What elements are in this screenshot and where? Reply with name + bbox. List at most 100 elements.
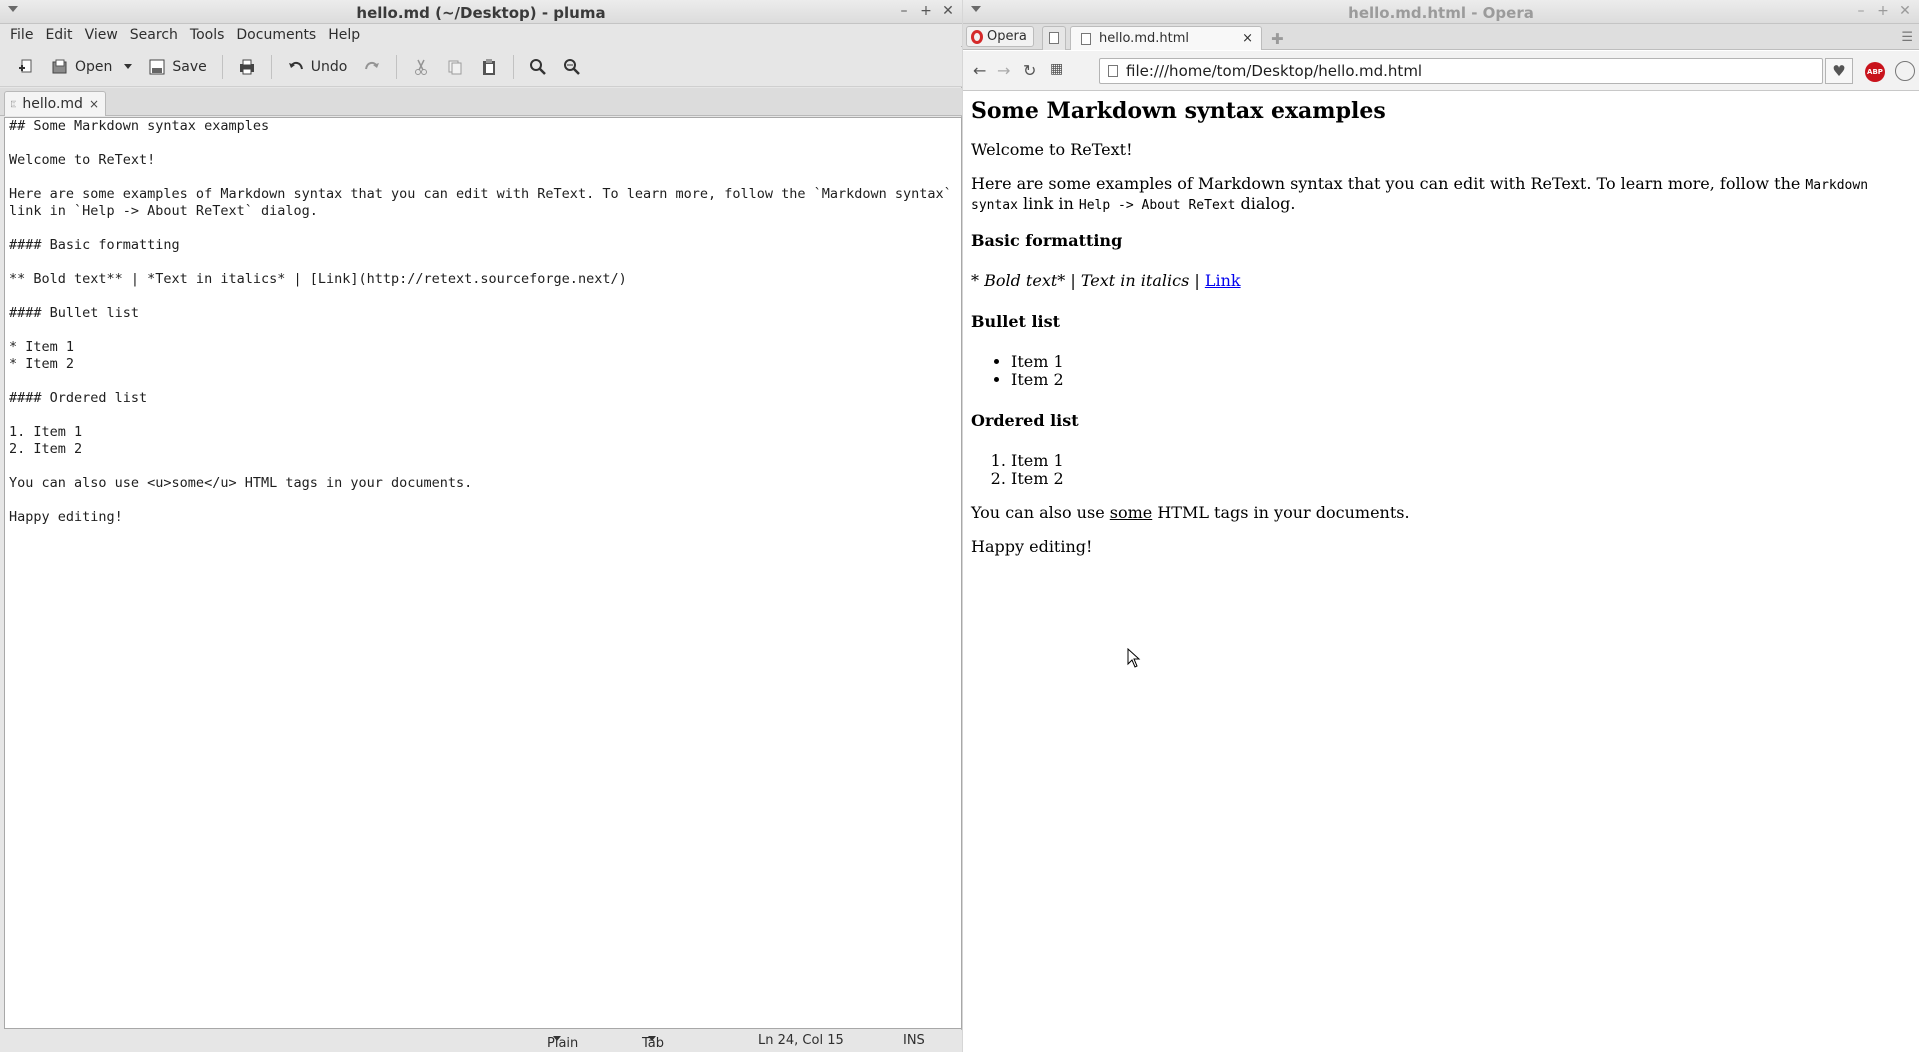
- rendered-page: Some Markdown syntax examples Welcome to…: [963, 92, 1919, 1052]
- html-tags-paragraph: You can also use some HTML tags in your …: [971, 504, 1911, 522]
- closing-paragraph: Happy editing!: [971, 537, 1093, 556]
- speed-dial-icon[interactable]: ▦: [1050, 61, 1063, 77]
- chevron-down-icon[interactable]: [124, 64, 133, 69]
- maximize-icon[interactable]: +: [1877, 3, 1889, 19]
- bookmark-heart-icon[interactable]: ♥: [1825, 58, 1853, 84]
- undo-button[interactable]: Undo: [280, 52, 355, 82]
- url-text: file:///home/tom/Desktop/hello.md.html: [1126, 62, 1423, 80]
- find-replace-button[interactable]: [556, 52, 588, 82]
- heading-bullet-list: Bullet list: [971, 312, 1061, 331]
- formatting-paragraph: * Bold text* | Text in italics | Link: [971, 272, 1911, 290]
- tab-label: hello.md.html: [1099, 31, 1189, 46]
- reload-icon[interactable]: ↻: [1023, 61, 1036, 80]
- redo-icon: [365, 61, 380, 69]
- close-tab-icon[interactable]: ×: [89, 97, 99, 111]
- back-icon[interactable]: ←: [973, 61, 986, 80]
- tab-hello-md[interactable]: hello.md ×: [4, 91, 106, 116]
- chevron-down-icon: [648, 1036, 656, 1041]
- window-title: hello.md (~/Desktop) - pluma: [356, 4, 606, 22]
- search-icon: [530, 58, 547, 75]
- tab-hello-md-html[interactable]: hello.md.html ×: [1070, 26, 1262, 50]
- document-tabbar: hello.md ×: [0, 88, 962, 116]
- toolbar-separator: [270, 54, 272, 79]
- new-tab-icon[interactable]: ✚: [1271, 30, 1284, 48]
- paste-icon: [483, 58, 496, 75]
- new-document-button[interactable]: [10, 52, 42, 82]
- close-tab-icon[interactable]: ×: [1242, 31, 1253, 46]
- editor-content[interactable]: ## Some Markdown syntax examples Welcome…: [5, 118, 961, 526]
- minimize-icon[interactable]: –: [898, 3, 910, 19]
- user-account-icon[interactable]: [1895, 61, 1915, 81]
- statusbar: Plain Text Tab Width: 4 Ln 24, Col 15 IN…: [0, 1030, 962, 1052]
- browser-tabbar: Opera hello.md.html × ✚ ☰: [963, 24, 1919, 50]
- welcome-paragraph: Welcome to ReText!: [971, 140, 1133, 159]
- opera-menu-button[interactable]: Opera: [966, 26, 1034, 47]
- tab-pinned[interactable]: [1042, 26, 1066, 50]
- toolbar: Open Save Undo: [0, 47, 962, 87]
- menu-file[interactable]: File: [4, 24, 39, 46]
- language-label: Plain Text: [547, 1036, 579, 1052]
- save-label: Save: [172, 58, 207, 75]
- menu-documents[interactable]: Documents: [230, 24, 322, 46]
- chevron-down-icon: [553, 1036, 561, 1041]
- opera-titlebar[interactable]: hello.md.html - Opera – + ✕: [963, 0, 1919, 24]
- text: HTML tags in your documents.: [1152, 503, 1410, 522]
- scissors-icon: [415, 59, 428, 75]
- find-button[interactable]: [522, 52, 554, 82]
- new-document-icon: [19, 59, 32, 72]
- italic-example: Text in italics: [1080, 271, 1190, 290]
- bold-example: * Bold text*: [971, 271, 1066, 290]
- tab-label: hello.md: [22, 96, 83, 112]
- minimize-icon[interactable]: –: [1855, 3, 1867, 19]
- insert-mode: INS: [903, 1033, 925, 1048]
- redo-button[interactable]: [356, 52, 388, 82]
- list-item: Item 2: [1011, 371, 1911, 389]
- close-icon[interactable]: ✕: [942, 3, 954, 19]
- intro-text-1: Here are some examples of Markdown synta…: [971, 174, 1806, 193]
- list-item: Item 1: [1011, 353, 1911, 371]
- menu-help[interactable]: Help: [322, 24, 366, 46]
- intro-text-2: link in: [1017, 194, 1079, 213]
- cut-button[interactable]: [405, 52, 437, 82]
- toolbar-separator: [221, 54, 223, 79]
- list-item: Item 2: [1011, 470, 1911, 488]
- ordered-list: Item 1 Item 2: [1011, 452, 1911, 488]
- adblock-plus-icon[interactable]: ABP: [1865, 62, 1885, 82]
- tab-menu-icon[interactable]: ☰: [1901, 30, 1913, 45]
- opera-window: hello.md.html - Opera – + ✕ Opera hello.…: [963, 0, 1919, 1052]
- text-editor[interactable]: ## Some Markdown syntax examples Welcome…: [4, 117, 962, 1029]
- separator: |: [1189, 271, 1205, 290]
- opera-menu-label: Opera: [987, 29, 1027, 44]
- menu-search[interactable]: Search: [124, 24, 184, 46]
- print-button[interactable]: [231, 52, 263, 82]
- address-field[interactable]: file:///home/tom/Desktop/hello.md.html: [1099, 58, 1823, 84]
- page-heading: Some Markdown syntax examples: [971, 98, 1386, 124]
- open-label: Open: [75, 58, 113, 75]
- print-icon: [239, 59, 254, 74]
- pluma-window: hello.md (~/Desktop) - pluma – + ✕ File …: [0, 0, 962, 1052]
- toolbar-separator: [396, 54, 398, 79]
- menu-tools[interactable]: Tools: [184, 24, 231, 46]
- find-replace-icon: [564, 58, 581, 75]
- intro-text-3: dialog.: [1235, 194, 1296, 213]
- list-item: Item 1: [1011, 452, 1911, 470]
- inline-code: Help -> About ReText: [1078, 198, 1236, 213]
- menu-edit[interactable]: Edit: [39, 24, 78, 46]
- link-example[interactable]: Link: [1205, 271, 1241, 290]
- save-button[interactable]: Save: [141, 52, 213, 82]
- save-icon: [149, 59, 165, 74]
- maximize-icon[interactable]: +: [920, 3, 932, 19]
- pluma-titlebar[interactable]: hello.md (~/Desktop) - pluma – + ✕: [0, 0, 962, 24]
- page-icon: [1108, 65, 1118, 77]
- menu-view[interactable]: View: [79, 24, 124, 46]
- copy-button[interactable]: [439, 52, 471, 82]
- open-button[interactable]: Open: [44, 52, 139, 82]
- close-icon[interactable]: ✕: [1899, 3, 1911, 19]
- menubar: File Edit View Search Tools Documents He…: [0, 24, 962, 46]
- heading-basic-formatting: Basic formatting: [971, 231, 1123, 250]
- forward-icon[interactable]: →: [997, 61, 1010, 80]
- window-title: hello.md.html - Opera: [1348, 4, 1534, 22]
- mouse-cursor-icon: [1127, 648, 1141, 668]
- text: You can also use: [971, 503, 1110, 522]
- paste-button[interactable]: [473, 52, 505, 82]
